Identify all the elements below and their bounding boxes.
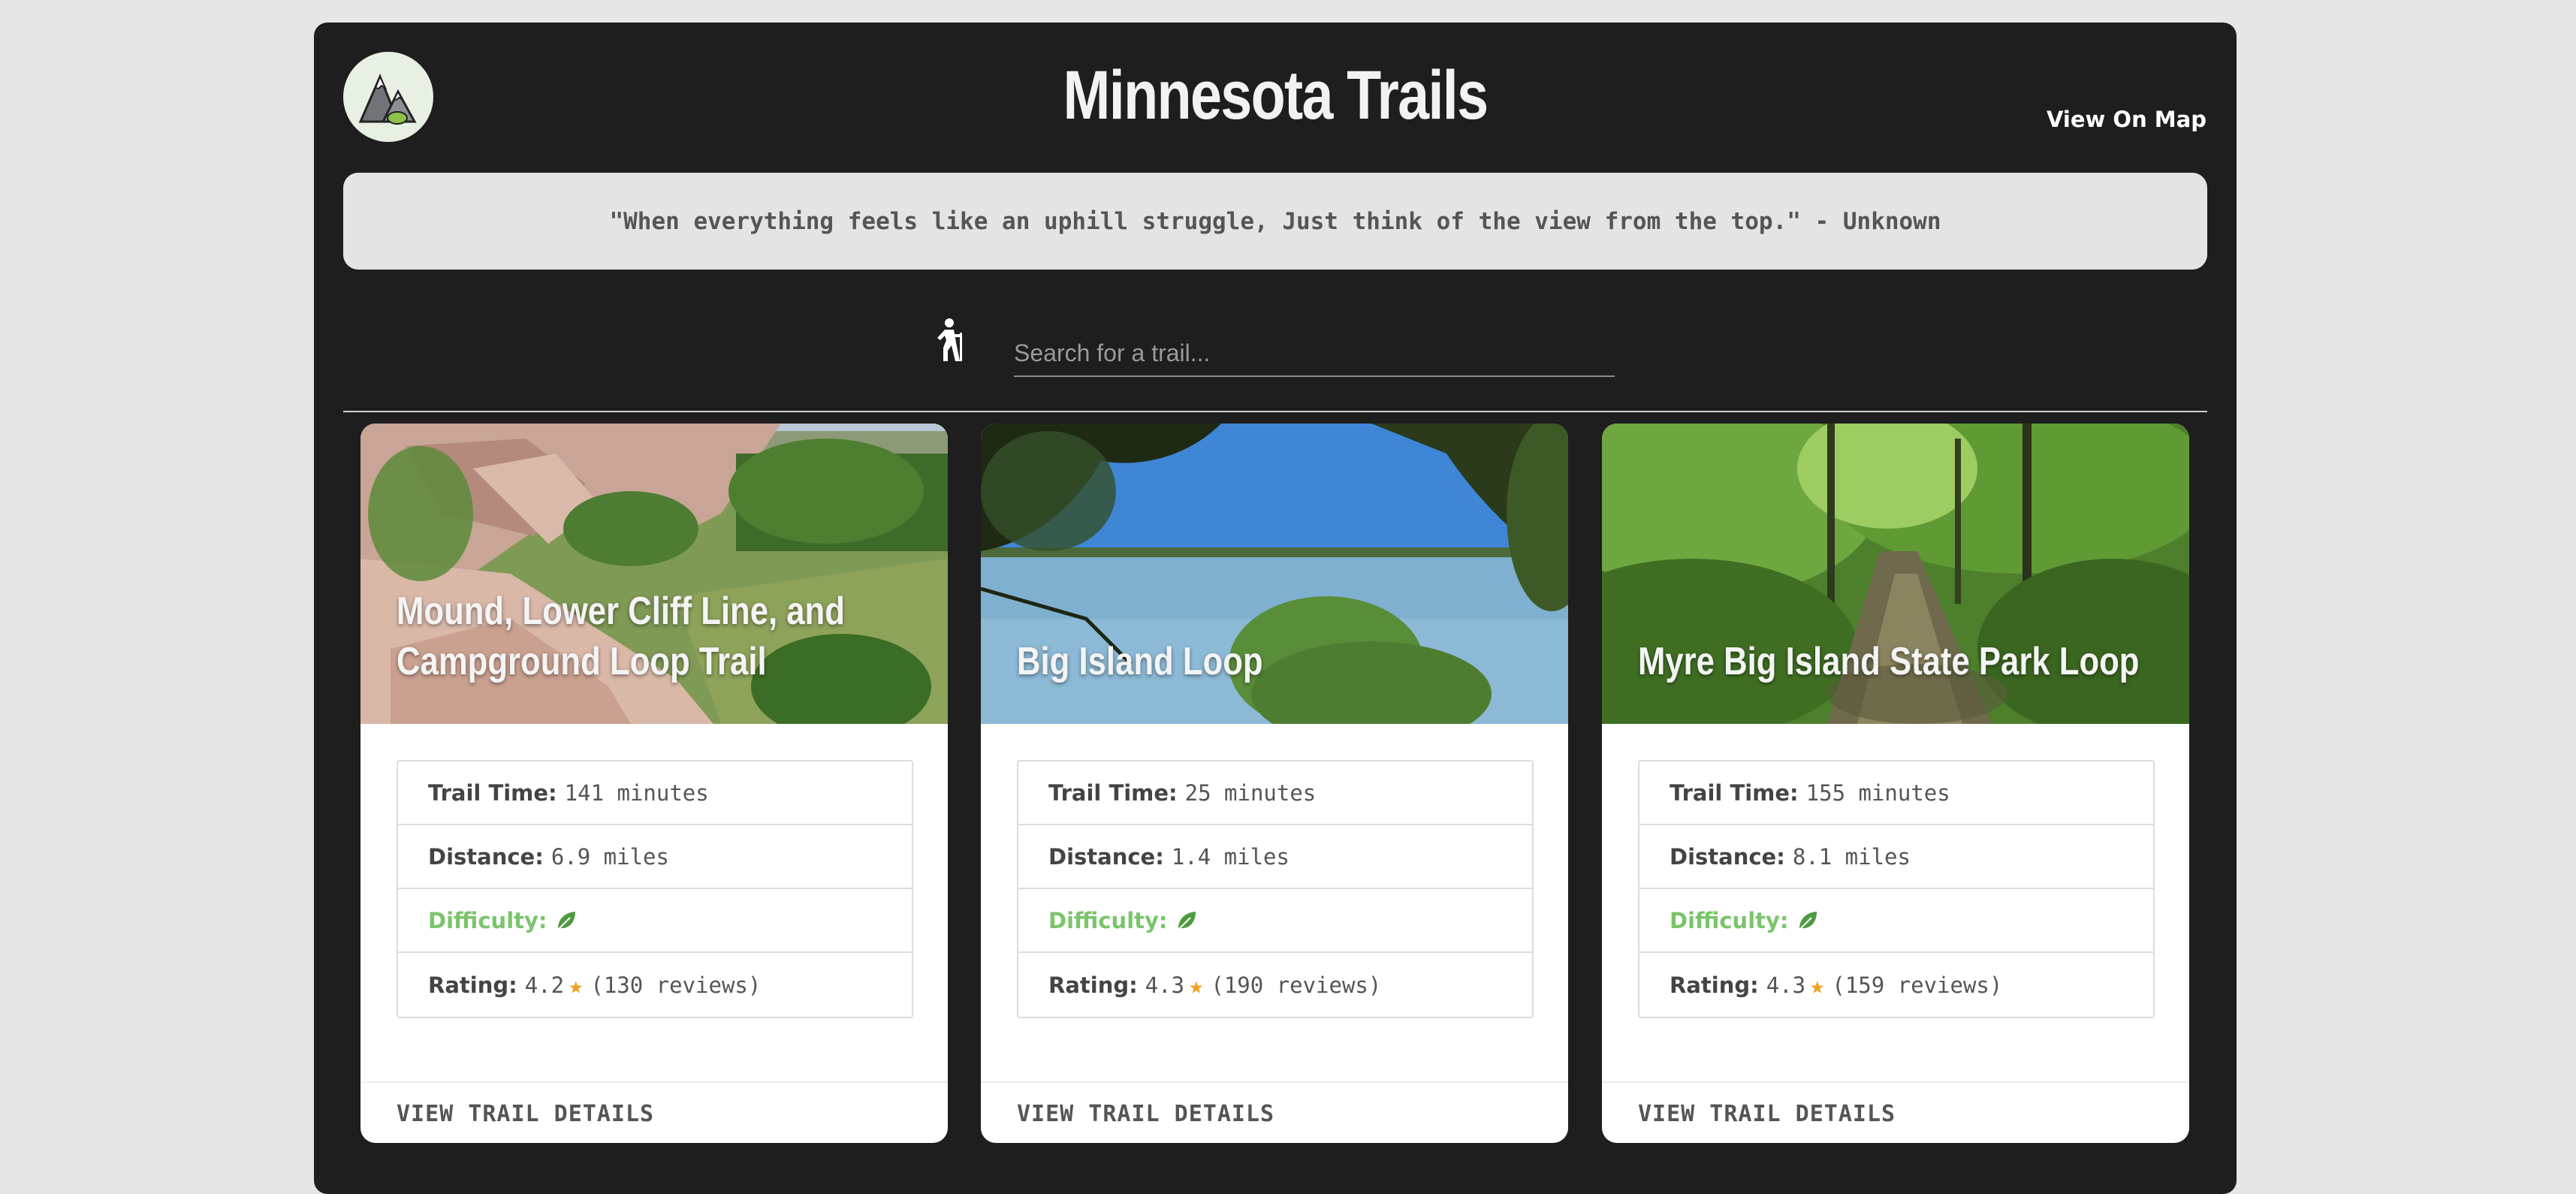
mountain-logo-icon[interactable] <box>343 52 433 142</box>
trail-image[interactable]: Big Island Loop <box>981 424 1568 724</box>
trail-stats: Trail Time: 25 minutes Distance: 1.4 mil… <box>1017 760 1534 1018</box>
card-footer: VIEW TRAIL DETAILS <box>981 1081 1568 1143</box>
star-icon: ★ <box>1810 970 1825 1000</box>
trail-time-row: Trail Time: 155 minutes <box>1639 761 2153 825</box>
trail-time-label: Trail Time: <box>1670 779 1799 806</box>
distance-value: 8.1 miles <box>1792 843 1911 870</box>
rating-value: 4.2 <box>524 972 565 998</box>
quote-banner: "When everything feels like an uphill st… <box>343 173 2207 270</box>
trail-card: Big Island Loop Trail Time: 25 minutes D… <box>981 424 1568 1143</box>
distance-label: Distance: <box>428 843 544 870</box>
card-footer: VIEW TRAIL DETAILS <box>360 1081 948 1143</box>
rating-value: 4.3 <box>1145 972 1185 998</box>
hiker-icon <box>931 318 970 363</box>
leaf-icon <box>1797 911 1817 931</box>
trail-name: Mound, Lower Cliff Line, and Campground … <box>397 589 845 684</box>
review-count: (190 reviews) <box>1211 972 1382 998</box>
trail-time-value: 25 minutes <box>1184 779 1317 806</box>
leaf-icon <box>556 911 575 931</box>
trail-time-value: 155 minutes <box>1805 779 1950 806</box>
review-count: (130 reviews) <box>590 972 762 998</box>
difficulty-row: Difficulty: <box>398 889 912 953</box>
quote-text: "When everything feels like an uphill st… <box>609 207 1941 235</box>
trail-time-row: Trail Time: 25 minutes <box>1018 761 1532 825</box>
app-container: Minnesota Trails View On Map "When every… <box>314 23 2237 1194</box>
page-title: Minnesota Trails <box>1063 57 1489 134</box>
difficulty-row: Difficulty: <box>1639 889 2153 953</box>
star-icon: ★ <box>569 970 584 1000</box>
rating-label: Rating: <box>428 972 517 998</box>
rating-row: Rating: 4.2 ★ (130 reviews) <box>398 953 912 1017</box>
review-count: (159 reviews) <box>1832 972 2003 998</box>
view-on-map-link[interactable]: View On Map <box>2047 107 2206 132</box>
trail-image[interactable]: Myre Big Island State Park Loop <box>1602 424 2189 724</box>
card-footer: VIEW TRAIL DETAILS <box>1602 1081 2189 1143</box>
trail-time-label: Trail Time: <box>1048 779 1178 806</box>
rating-label: Rating: <box>1048 972 1138 998</box>
trail-name: Myre Big Island State Park Loop <box>1638 640 2140 684</box>
trail-stats: Trail Time: 141 minutes Distance: 6.9 mi… <box>397 760 913 1018</box>
distance-value: 1.4 miles <box>1171 843 1290 870</box>
trail-time-label: Trail Time: <box>428 779 557 806</box>
view-trail-details-link[interactable]: VIEW TRAIL DETAILS <box>1017 1101 1274 1127</box>
difficulty-label: Difficulty: <box>1048 907 1168 933</box>
trail-image[interactable]: Mound, Lower Cliff Line, and Campground … <box>360 424 948 724</box>
view-trail-details-link[interactable]: VIEW TRAIL DETAILS <box>397 1101 654 1127</box>
distance-row: Distance: 1.4 miles <box>1018 825 1532 889</box>
star-icon: ★ <box>1189 970 1204 1000</box>
difficulty-label: Difficulty: <box>1670 907 1789 933</box>
rating-label: Rating: <box>1670 972 1759 998</box>
difficulty-row: Difficulty: <box>1018 889 1532 953</box>
trail-card: Mound, Lower Cliff Line, and Campground … <box>360 424 948 1143</box>
distance-label: Distance: <box>1048 843 1164 870</box>
leaf-icon <box>1176 911 1196 931</box>
distance-row: Distance: 6.9 miles <box>398 825 912 889</box>
rating-value: 4.3 <box>1766 972 1806 998</box>
divider <box>343 411 2207 412</box>
difficulty-label: Difficulty: <box>428 907 547 933</box>
distance-label: Distance: <box>1670 843 1785 870</box>
trail-time-value: 141 minutes <box>564 779 709 806</box>
trail-name: Big Island Loop <box>1017 640 1263 684</box>
search-input[interactable] <box>1014 330 1615 377</box>
distance-row: Distance: 8.1 miles <box>1639 825 2153 889</box>
rating-row: Rating: 4.3 ★ (159 reviews) <box>1639 953 2153 1017</box>
trail-time-row: Trail Time: 141 minutes <box>398 761 912 825</box>
trail-stats: Trail Time: 155 minutes Distance: 8.1 mi… <box>1638 760 2155 1018</box>
trail-card: Myre Big Island State Park Loop Trail Ti… <box>1602 424 2189 1143</box>
distance-value: 6.9 miles <box>550 843 669 870</box>
rating-row: Rating: 4.3 ★ (190 reviews) <box>1018 953 1532 1017</box>
view-trail-details-link[interactable]: VIEW TRAIL DETAILS <box>1638 1101 1896 1127</box>
